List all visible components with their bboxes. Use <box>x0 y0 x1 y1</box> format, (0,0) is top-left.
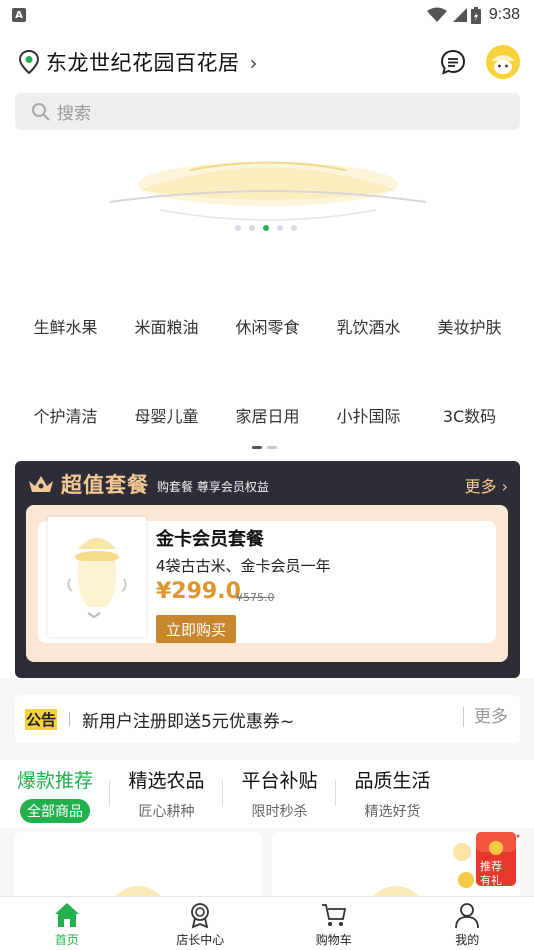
nav-home[interactable]: 首页 <box>0 897 134 950</box>
tab-title: 精选农品 <box>128 770 205 792</box>
wifi-icon <box>426 7 447 22</box>
crown-icon <box>29 476 53 492</box>
pager-indicator-active <box>252 446 262 449</box>
banner-dot[interactable] <box>249 225 255 231</box>
notice-text: 新用户注册即送5元优惠券~ <box>82 711 295 732</box>
nav-profile[interactable]: 我的 <box>401 897 534 950</box>
category-item[interactable]: 生鲜水果 <box>15 314 116 338</box>
category-item[interactable]: 3C数码 <box>419 403 520 427</box>
tab-subtitle: 匠心耕种 <box>138 804 195 820</box>
divider <box>69 712 71 726</box>
avatar[interactable] <box>486 45 520 79</box>
nav-cart[interactable]: 购物车 <box>267 897 401 950</box>
gift-text: 有礼 <box>480 874 502 887</box>
badge-icon <box>191 903 210 929</box>
tab-subtitle: 限时秒杀 <box>251 804 308 820</box>
search-icon <box>32 102 50 121</box>
notice-section: 公告 新用户注册即送5元优惠券~ 更多 <box>0 678 534 760</box>
tab-title: 品质生活 <box>354 770 431 792</box>
package-price: ¥299.0 <box>156 579 241 604</box>
package-name: 金卡会员套餐 <box>156 529 264 550</box>
category-item[interactable]: 休闲零食 <box>217 314 318 338</box>
category-item[interactable]: 乳饮酒水 <box>318 314 419 338</box>
location-pin-icon <box>18 50 40 74</box>
battery-icon <box>470 6 481 24</box>
category-item[interactable]: 家居日用 <box>217 403 318 427</box>
message-icon[interactable] <box>440 49 466 75</box>
category-item[interactable]: 米面粮油 <box>116 314 217 338</box>
buy-now-button[interactable]: 立即购买 <box>156 615 236 643</box>
notice-more-link[interactable]: 更多 <box>463 707 508 727</box>
banner-dot[interactable] <box>291 225 297 231</box>
tab-subsidy[interactable]: 平台补贴 限时秒杀 <box>223 762 336 828</box>
bottom-nav: 首页 店长中心 购物车 我的 <box>0 896 534 950</box>
product-card[interactable] <box>14 832 262 902</box>
package-carousel: 金卡会员套餐 4袋古古米、金卡会员一年 ¥299.0 ¥575.0 立即购买 <box>26 505 508 699</box>
banner-pager <box>235 225 297 231</box>
category-item[interactable]: 母婴儿童 <box>116 403 217 427</box>
tab-title: 平台补贴 <box>241 770 318 792</box>
pager-indicator <box>267 446 277 449</box>
location-name[interactable]: 东龙世纪花园百花居 <box>46 47 240 77</box>
category-item[interactable]: 个护清洁 <box>15 403 116 427</box>
nav-label: 我的 <box>455 933 480 947</box>
category-pager <box>252 446 277 449</box>
nav-label: 购物车 <box>315 933 352 947</box>
package-title: 超值套餐 <box>61 473 149 497</box>
feed-tabs: 爆款推荐 全部商品 精选农品 匠心耕种 平台补贴 限时秒杀 品质生活 精选好货 <box>0 762 534 828</box>
package-section: 超值套餐 购套餐 尊享会员权益 更多 › 金卡会员套餐 4袋古古米、金卡会员一年… <box>15 461 520 699</box>
header: 东龙世纪花园百花居 › <box>0 40 534 84</box>
product-image <box>109 886 167 902</box>
package-more-link[interactable]: 更多 › <box>465 473 509 497</box>
package-image <box>48 517 146 637</box>
referral-gift-button[interactable]: 推荐 有礼 <box>452 828 524 892</box>
signal-icon <box>452 8 467 22</box>
chevron-right-icon[interactable]: › <box>250 51 258 75</box>
clock: 9:38 <box>488 6 520 23</box>
category-item[interactable]: 小扑国际 <box>318 403 419 427</box>
banner-dot-active[interactable] <box>263 225 269 231</box>
category-grid: 生鲜水果 米面粮油 休闲零食 乳饮酒水 美妆护肤 个护清洁 母婴儿童 家居日用 … <box>15 300 520 441</box>
status-bar: A 9:38 <box>0 0 534 30</box>
tab-farm[interactable]: 精选农品 匠心耕种 <box>110 762 223 828</box>
category-item[interactable]: 美妆护肤 <box>419 314 520 338</box>
nav-label: 首页 <box>54 933 79 947</box>
package-old-price: ¥575.0 <box>236 591 275 604</box>
package-desc: 4袋古古米、金卡会员一年 <box>156 557 331 575</box>
tab-title: 爆款推荐 <box>16 770 93 792</box>
notice-tag: 公告 <box>25 708 58 730</box>
search-input[interactable]: 搜索 <box>15 93 520 130</box>
package-subtitle: 购套餐 尊享会员权益 <box>157 479 269 494</box>
notification-icon: A <box>12 8 26 22</box>
banner-dot[interactable] <box>277 225 283 231</box>
user-icon <box>455 903 480 929</box>
tab-life[interactable]: 品质生活 精选好货 <box>336 762 449 828</box>
tab-subtitle: 精选好货 <box>364 804 421 820</box>
notice-bar[interactable]: 公告 新用户注册即送5元优惠券~ 更多 <box>15 695 520 743</box>
nav-store-center[interactable]: 店长中心 <box>134 897 268 950</box>
search-placeholder: 搜索 <box>57 104 91 124</box>
nav-label: 店长中心 <box>176 933 225 947</box>
banner-dot[interactable] <box>235 225 241 231</box>
tab-hot[interactable]: 爆款推荐 全部商品 <box>0 762 110 828</box>
home-icon <box>54 903 79 927</box>
tab-subtitle: 全部商品 <box>20 799 90 823</box>
cart-icon <box>321 904 346 926</box>
package-item[interactable]: 金卡会员套餐 4袋古古米、金卡会员一年 ¥299.0 ¥575.0 立即购买 <box>38 517 496 643</box>
